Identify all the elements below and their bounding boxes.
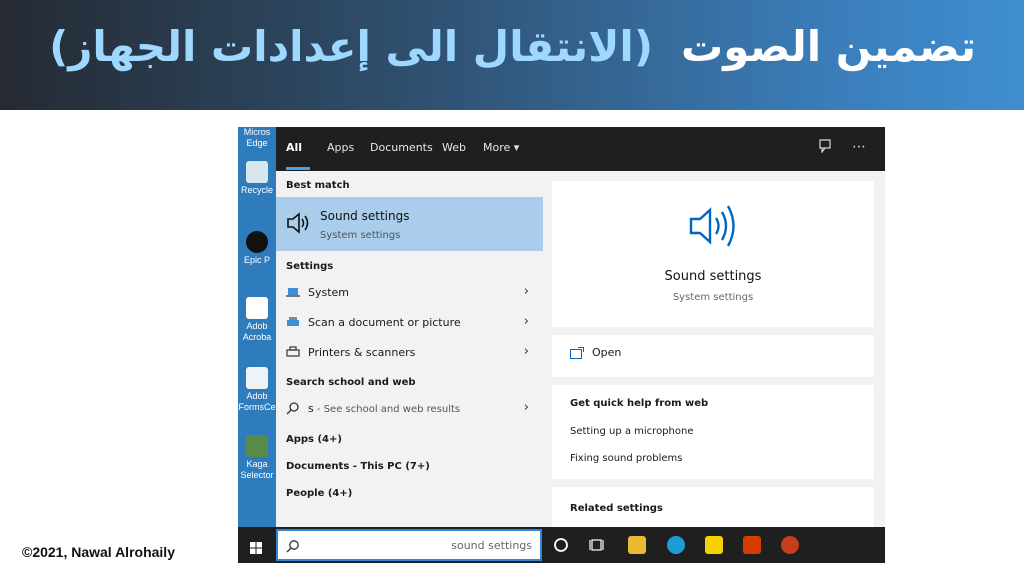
help-link-sound-problems[interactable]: Fixing sound problems (570, 453, 682, 464)
laptop-icon (286, 285, 300, 299)
desktop-icon-label: Kaga Selector (240, 459, 274, 480)
desktop-icon-formscentral[interactable]: Adob FormsCe (238, 367, 276, 413)
printer-icon (286, 345, 300, 359)
desktop-icon-label: Recycle (240, 185, 273, 195)
scanner-icon (286, 315, 300, 329)
speaker-large-icon (688, 203, 742, 249)
result-scan[interactable]: Scan a document or picture › (276, 309, 543, 337)
powerpoint-icon[interactable] (781, 536, 799, 554)
open-action[interactable]: Open (552, 335, 874, 373)
slide-title-main: تضمين الصوت (681, 22, 976, 71)
divider (552, 377, 874, 385)
web-query: s - See school and web results (308, 402, 460, 415)
category-documents[interactable]: Documents - This PC (7+) (286, 461, 430, 472)
preview-title: Sound settings (664, 269, 762, 284)
category-apps[interactable]: Apps (4+) (286, 434, 342, 445)
taskbar-search-input[interactable]: sound settings (276, 529, 542, 561)
result-printers[interactable]: Printers & scanners › (276, 339, 543, 367)
search-icon (286, 401, 300, 415)
open-icon (570, 344, 584, 363)
file-explorer-icon[interactable] (628, 536, 646, 554)
divider (552, 327, 874, 335)
speaker-icon (286, 211, 312, 239)
best-match-title: Sound settings (320, 209, 410, 223)
windows-screenshot: Micros Edge Recycle Epic P Adob Acroba A… (238, 127, 885, 563)
tab-documents[interactable]: Documents (370, 141, 433, 154)
related-settings-heading: Related settings (570, 503, 663, 514)
best-match-item[interactable]: Sound settings System settings (276, 197, 543, 251)
tab-web[interactable]: Web (442, 141, 466, 154)
chevron-right-icon[interactable]: › (524, 400, 529, 415)
settings-label: Settings (286, 261, 334, 272)
chevron-right-icon[interactable]: › (524, 314, 529, 329)
best-match-subtitle: System settings (320, 230, 401, 241)
office-icon[interactable] (743, 536, 761, 554)
divider (552, 479, 874, 487)
desktop-icon-edge[interactable]: Micros Edge (238, 127, 276, 149)
start-search-panel: All Apps Documents Web More ▾ ⋯ Best mat… (276, 127, 885, 527)
desktop-icon-label: Adob FormsCe (238, 391, 276, 412)
desktop-icon-epic[interactable]: Epic P (238, 231, 276, 266)
result-label: System (308, 286, 350, 299)
tab-all[interactable]: All (286, 141, 302, 154)
chevron-right-icon[interactable]: › (524, 344, 529, 359)
help-heading: Get quick help from web (570, 398, 709, 409)
desktop-icon-label: Adob Acroba (242, 321, 272, 342)
desktop-icon-label: Micros Edge (243, 127, 271, 148)
more-options-icon[interactable]: ⋯ (852, 139, 866, 155)
preview-subtitle: System settings (672, 292, 754, 303)
slide-banner: تضمين الصوت (الانتقال الى إعدادات الجهاز) (0, 0, 1024, 110)
forms-central-icon (246, 367, 268, 389)
search-icon (286, 538, 300, 557)
task-view-icon[interactable] (588, 536, 606, 554)
result-system[interactable]: System › (276, 279, 543, 307)
category-people[interactable]: People (4+) (286, 488, 352, 499)
acrobat-icon (246, 297, 268, 319)
sticky-notes-icon[interactable] (705, 536, 723, 554)
result-label: Printers & scanners (308, 346, 416, 359)
epic-games-icon (246, 231, 268, 253)
result-label: Scan a document or picture (308, 316, 461, 329)
open-label: Open (592, 346, 622, 359)
web-query-suffix: - See school and web results (313, 404, 461, 415)
slide-title: تضمين الصوت (الانتقال الى إعدادات الجهاز) (49, 22, 976, 71)
desktop-icon-kagaya[interactable]: Kaga Selector (238, 435, 276, 481)
edge-icon[interactable] (667, 536, 685, 554)
kagaya-selector-icon (246, 435, 268, 457)
active-tab-indicator (286, 167, 310, 170)
desktop-icon-acrobat[interactable]: Adob Acroba (238, 297, 276, 343)
taskbar: sound settings (238, 527, 885, 563)
copyright-notice: ©2021, Nawal Alrohaily (22, 544, 175, 560)
cortana-icon[interactable] (552, 536, 570, 554)
result-web-search[interactable]: s - See school and web results › (276, 395, 543, 423)
web-search-label: Search school and web (286, 377, 416, 388)
results-list: Best match Sound settings System setting… (276, 171, 543, 527)
windows-start-icon[interactable] (250, 539, 262, 554)
chevron-right-icon[interactable]: › (524, 284, 529, 299)
help-link-microphone[interactable]: Setting up a microphone (570, 426, 693, 437)
feedback-icon[interactable] (819, 139, 833, 157)
search-filter-bar: All Apps Documents Web More ▾ ⋯ (276, 127, 885, 171)
best-match-label: Best match (286, 180, 350, 191)
desktop-icon-recycle[interactable]: Recycle (238, 161, 276, 196)
recycle-bin-icon (246, 161, 268, 183)
search-input-value: sound settings (451, 539, 532, 552)
slide-title-sub: (الانتقال الى إعدادات الجهاز) (49, 22, 654, 71)
desktop-icon-label: Epic P (243, 255, 270, 265)
preview-pane: Sound settings System settings Open Get … (552, 181, 874, 527)
desktop: Micros Edge Recycle Epic P Adob Acroba A… (238, 127, 276, 527)
tab-apps[interactable]: Apps (327, 141, 354, 154)
tab-more[interactable]: More ▾ (483, 141, 519, 154)
